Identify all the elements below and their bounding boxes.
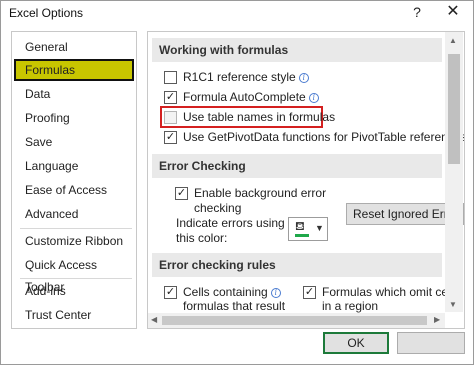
sidebar-item-language[interactable]: Language <box>14 155 134 177</box>
info-icon: i <box>298 73 309 83</box>
section-header-error-checking: Error Checking <box>152 154 442 178</box>
enable-background-error-label-2: checking <box>194 201 242 215</box>
sidebar-item-label: Advanced <box>25 207 79 221</box>
sidebar-item-save[interactable]: Save <box>14 131 134 153</box>
sidebar-item-label: Proofing <box>25 111 70 125</box>
scroll-left-icon[interactable]: ◀ <box>151 315 157 324</box>
vertical-scroll-thumb[interactable] <box>448 54 460 164</box>
formulas-omit-cells-label-2: in a region <box>322 299 379 313</box>
scroll-right-icon[interactable]: ▶ <box>434 315 440 324</box>
cells-containing-formulas-checkbox[interactable]: ✓ <box>164 286 177 299</box>
section-header-working-with-formulas: Working with formulas <box>152 38 442 62</box>
scroll-down-icon[interactable]: ▼ <box>449 300 457 309</box>
close-button[interactable]: ✕ <box>437 1 469 23</box>
sidebar-item-customize-ribbon[interactable]: Customize Ribbon <box>14 230 134 252</box>
cancel-button[interactable] <box>397 332 465 354</box>
sidebar-item-proofing[interactable]: Proofing <box>14 107 134 129</box>
formulas-options-panel: Working with formulas R1C1 reference sty… <box>147 31 465 329</box>
formula-autocomplete-checkbox[interactable]: ✓ <box>164 91 177 104</box>
dropdown-arrow-icon: ▼ <box>315 223 324 233</box>
enable-background-error-checkbox[interactable]: ✓ <box>175 187 188 200</box>
scroll-up-icon[interactable]: ▲ <box>449 36 457 45</box>
r1c1-reference-label: R1C1 reference style i <box>183 70 309 84</box>
sidebar-item-label: Add-ins <box>25 284 66 298</box>
use-table-names-checkbox[interactable] <box>164 111 177 124</box>
ok-button[interactable]: OK <box>323 332 389 354</box>
horizontal-scrollbar[interactable]: ◀ ▶ <box>148 313 445 328</box>
sidebar-item-label: Trust Center <box>25 308 92 322</box>
color-swatch <box>295 234 309 237</box>
sidebar-item-label: Language <box>25 159 79 173</box>
r1c1-reference-checkbox[interactable] <box>164 71 177 84</box>
sidebar-item-general[interactable]: General <box>14 36 134 58</box>
sidebar-item-add-ins[interactable]: Add-ins <box>14 280 134 302</box>
sidebar-item-data[interactable]: Data <box>14 83 134 105</box>
help-button[interactable]: ? <box>401 1 433 23</box>
indicate-errors-label-2: this color: <box>176 231 228 245</box>
formulas-omit-cells-label: Formulas which omit cells <box>322 285 460 299</box>
sidebar-item-label: Customize Ribbon <box>25 234 124 248</box>
paint-bucket-icon: ⛾ <box>295 219 305 233</box>
sidebar-item-advanced[interactable]: Advanced <box>14 203 134 225</box>
info-icon: i <box>270 288 281 298</box>
excel-options-dialog: Excel Options ? ✕ General Formulas Data … <box>0 0 474 365</box>
use-getpivotdata-label: Use GetPivotData functions for PivotTabl… <box>183 130 465 144</box>
sidebar-item-trust-center[interactable]: Trust Center <box>14 304 134 326</box>
indicate-errors-label: Indicate errors using <box>176 216 285 230</box>
sidebar-item-label: Save <box>25 135 53 149</box>
sidebar-item-formulas[interactable]: Formulas <box>14 59 134 81</box>
cells-containing-formulas-label-2: formulas that result <box>183 299 286 313</box>
sidebar-divider <box>20 228 132 229</box>
cells-containing-formulas-label: Cells containing i <box>183 285 281 299</box>
vertical-scrollbar[interactable]: ▲ ▼ <box>445 32 463 312</box>
info-icon: i <box>308 93 319 103</box>
use-getpivotdata-checkbox[interactable]: ✓ <box>164 131 177 144</box>
formulas-omit-cells-checkbox[interactable]: ✓ <box>303 286 316 299</box>
formula-autocomplete-label: Formula AutoComplete i <box>183 90 319 104</box>
section-header-error-checking-rules: Error checking rules <box>152 253 442 277</box>
sidebar-item-label: Ease of Access <box>25 183 108 197</box>
error-color-picker[interactable]: ⛾ ▼ <box>288 217 328 241</box>
title-bar: Excel Options ? ✕ <box>1 1 473 27</box>
horizontal-scroll-thumb[interactable] <box>162 316 427 325</box>
sidebar-item-quick-access-toolbar[interactable]: Quick Access Toolbar <box>14 254 134 294</box>
options-sidebar: General Formulas Data Proofing Save Lang… <box>11 31 137 329</box>
enable-background-error-label: Enable background error <box>194 186 327 200</box>
use-table-names-label: Use table names in formulas <box>183 110 336 124</box>
sidebar-item-ease-of-access[interactable]: Ease of Access <box>14 179 134 201</box>
sidebar-divider <box>20 278 132 279</box>
sidebar-item-label: Data <box>25 87 51 101</box>
window-title: Excel Options <box>9 6 84 20</box>
sidebar-item-label: General <box>25 40 68 54</box>
sidebar-item-label: Formulas <box>25 63 76 77</box>
